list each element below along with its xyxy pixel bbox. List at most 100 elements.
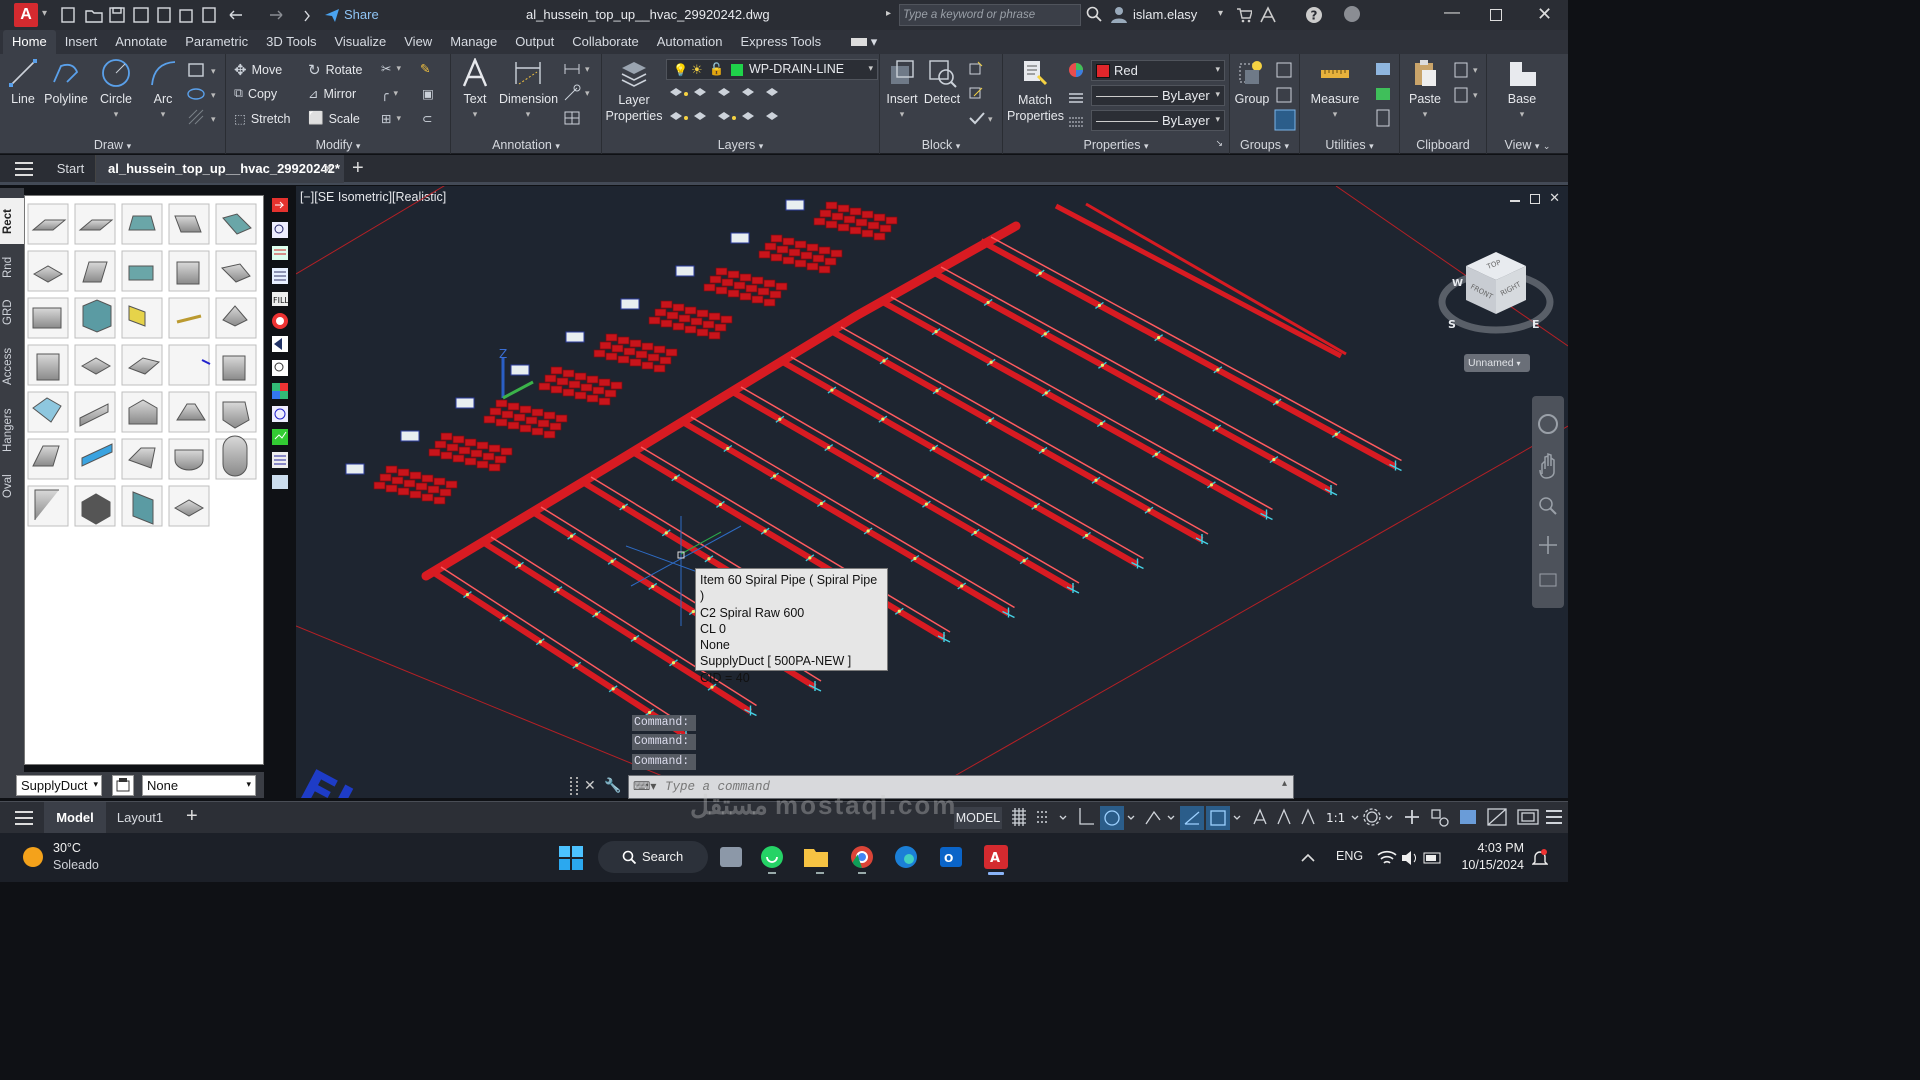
- layers-panel-title[interactable]: Layers ▾: [602, 138, 879, 152]
- close-icon[interactable]: ✕: [1537, 4, 1552, 25]
- insert-button[interactable]: Insert ▾: [884, 58, 920, 120]
- mirror-button[interactable]: ⊿ Mirror: [308, 86, 356, 102]
- erase-button[interactable]: ✎: [420, 61, 430, 76]
- service-dropdown[interactable]: SupplyDuct ▾: [16, 775, 102, 796]
- layer-properties-button[interactable]: Layer Properties: [604, 58, 664, 124]
- clock-time[interactable]: 4:03 PM: [1476, 841, 1524, 855]
- tab-express-tools[interactable]: Express Tools: [731, 30, 830, 54]
- feedback-icon[interactable]: [1343, 5, 1361, 23]
- command-customize-icon[interactable]: 🔧: [604, 777, 621, 794]
- properties-panel-title[interactable]: Properties ▾ ↘: [1003, 138, 1229, 152]
- palette-tab-hangers[interactable]: Hangers: [2, 404, 22, 456]
- trim-button[interactable]: ✂ ▾: [381, 61, 401, 76]
- tab-insert[interactable]: Insert: [56, 30, 107, 54]
- toolstrip-icons[interactable]: FILL: [268, 190, 292, 490]
- layer-dropdown[interactable]: 💡 ☀ 🔓 WP-DRAIN-LINE ▾: [666, 59, 878, 80]
- tab-3d-tools[interactable]: 3D Tools: [257, 30, 325, 54]
- layout-list-icon[interactable]: [15, 811, 33, 825]
- scale-button[interactable]: ⬜ Scale: [308, 111, 360, 126]
- groups-panel-title[interactable]: Groups ▾: [1230, 138, 1299, 152]
- palette-tab-rect[interactable]: Rect: [2, 202, 22, 242]
- weather-temperature[interactable]: 30°C: [53, 841, 81, 855]
- color-dropdown[interactable]: Red ▾: [1091, 60, 1225, 81]
- quick-access-toolbar[interactable]: [60, 6, 310, 24]
- clipboard-panel-title[interactable]: Clipboard: [1400, 138, 1486, 152]
- detect-button[interactable]: Detect: [922, 58, 962, 106]
- base-button[interactable]: Base ▾: [1499, 58, 1545, 120]
- property-icons[interactable]: [1067, 62, 1085, 128]
- group-button[interactable]: Group: [1232, 58, 1272, 106]
- array-button[interactable]: ⊞ ▾: [381, 111, 401, 126]
- restore-icon[interactable]: [1490, 9, 1502, 21]
- input-language[interactable]: ENG: [1336, 849, 1363, 863]
- draw-small-tools[interactable]: ▾ ▾ ▾: [187, 62, 221, 128]
- cart-icon[interactable]: [1236, 7, 1252, 23]
- palette-tab-oval[interactable]: Oval: [2, 470, 22, 502]
- measure-button[interactable]: Measure ▾: [1304, 58, 1366, 120]
- palette-properties-button[interactable]: [112, 775, 134, 796]
- palette-tab-rnd[interactable]: Rnd: [2, 252, 22, 282]
- paste-button[interactable]: Paste ▾: [1404, 58, 1446, 120]
- close-tab-icon[interactable]: ✕: [323, 155, 334, 183]
- system-tray-icons[interactable]: [1376, 847, 1446, 869]
- command-prompt-icon[interactable]: ⌨▾: [633, 779, 656, 793]
- group-small-tools[interactable]: [1274, 60, 1298, 132]
- new-tab-icon[interactable]: +: [352, 157, 364, 180]
- ucs-menu-button[interactable]: Unnamed ▾: [1464, 354, 1530, 372]
- hamburger-menu-icon[interactable]: [15, 162, 33, 176]
- modify-panel-title[interactable]: Modify ▾: [226, 138, 450, 152]
- block-panel-title[interactable]: Block ▾: [880, 138, 1002, 152]
- line-button[interactable]: Line: [4, 58, 42, 106]
- tab-visualize[interactable]: Visualize: [325, 30, 395, 54]
- new-layout-icon[interactable]: +: [186, 805, 198, 828]
- palette-tab-access[interactable]: Access: [2, 342, 22, 390]
- command-close-icon[interactable]: ✕: [584, 777, 596, 794]
- tab-manage[interactable]: Manage: [441, 30, 506, 54]
- tab-automation[interactable]: Automation: [648, 30, 732, 54]
- properties-launcher-icon[interactable]: ↘: [1215, 138, 1223, 149]
- stretch-button[interactable]: ⬚ Stretch: [234, 111, 290, 127]
- circle-chevron-icon[interactable]: ▾: [114, 109, 119, 119]
- taskbar-search-box[interactable]: Search: [598, 841, 708, 873]
- autodesk-app-icon[interactable]: [1259, 6, 1277, 24]
- tab-parametric[interactable]: Parametric: [176, 30, 257, 54]
- tab-output[interactable]: Output: [506, 30, 563, 54]
- rotate-button[interactable]: ↻ Rotate: [308, 61, 362, 79]
- app-menu-chevron-icon[interactable]: ▾: [42, 8, 47, 19]
- status-toggles[interactable]: 1:1: [1008, 802, 1568, 834]
- tab-home[interactable]: Home: [3, 30, 56, 54]
- block-small-tools[interactable]: ▾: [968, 60, 998, 130]
- active-drawing-tab[interactable]: al_hussein_top_up__hvac_29920242* ✕: [96, 155, 344, 183]
- arc-chevron-icon[interactable]: ▾: [161, 109, 166, 119]
- annotation-small-tools[interactable]: ▾ ▾: [563, 60, 597, 130]
- tab-annotate[interactable]: Annotate: [106, 30, 176, 54]
- weather-condition[interactable]: Soleado: [53, 858, 99, 872]
- viewcube[interactable]: TOP FRONT RIGHT S E W: [1438, 242, 1554, 342]
- user-icon[interactable]: [1110, 5, 1128, 23]
- user-menu-chevron-icon[interactable]: ▾: [1218, 8, 1223, 19]
- command-line-grip[interactable]: [570, 777, 578, 795]
- utilities-panel-title[interactable]: Utilities ▾: [1300, 138, 1399, 152]
- fillet-button[interactable]: ╭ ▾: [381, 86, 398, 101]
- dimension-button[interactable]: Dimension ▾: [499, 58, 558, 120]
- text-button[interactable]: Text ▾: [459, 58, 491, 120]
- command-history-toggle-icon[interactable]: ▴: [1282, 778, 1287, 789]
- model-tab[interactable]: Model: [44, 802, 106, 833]
- model-space-button[interactable]: MODEL: [954, 807, 1002, 829]
- clipboard-small-tools[interactable]: ▾ ▾: [1452, 60, 1484, 110]
- search-icon[interactable]: [1086, 6, 1102, 22]
- palette-tab-grd[interactable]: GRD: [2, 296, 22, 328]
- lineweight-dropdown[interactable]: ByLayer ▾: [1091, 110, 1225, 131]
- linetype-dropdown[interactable]: ByLayer ▾: [1091, 85, 1225, 106]
- help-search-input[interactable]: Type a keyword or phrase: [899, 4, 1081, 26]
- offset-button[interactable]: ⊂: [422, 111, 432, 126]
- draw-panel-title[interactable]: Draw ▾: [0, 138, 225, 152]
- minimize-icon[interactable]: —: [1444, 4, 1460, 22]
- tab-view[interactable]: View: [395, 30, 441, 54]
- search-expand-icon[interactable]: ▸: [886, 8, 891, 19]
- help-icon[interactable]: ?: [1305, 6, 1323, 24]
- clock-date[interactable]: 10/15/2024: [1458, 858, 1524, 872]
- move-button[interactable]: ✥ Move: [234, 61, 282, 79]
- ribbon-minimize-toggle[interactable]: ▾: [842, 30, 886, 54]
- taskbar-apps[interactable]: O A: [716, 843, 1026, 875]
